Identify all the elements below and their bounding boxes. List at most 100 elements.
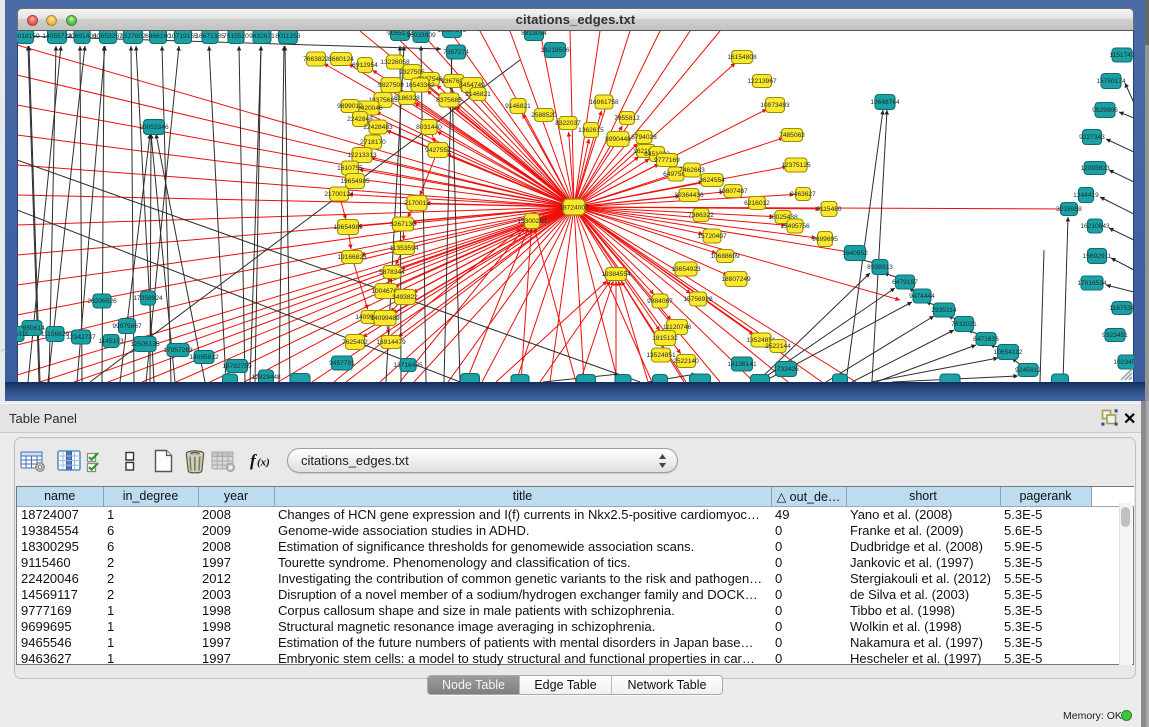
svg-text:16154808: 16154808 xyxy=(727,54,757,61)
svg-text:17359924: 17359924 xyxy=(133,295,163,302)
svg-text:14099489: 14099489 xyxy=(370,315,400,322)
svg-text:22428483: 22428483 xyxy=(363,124,393,131)
svg-text:1815132: 1815132 xyxy=(652,335,678,342)
svg-text:2522144: 2522144 xyxy=(765,343,791,350)
svg-text:1733426: 1733426 xyxy=(773,366,799,373)
svg-text:16543362: 16543362 xyxy=(405,82,435,89)
svg-text:15300253: 15300253 xyxy=(517,218,547,225)
svg-text:9827509: 9827509 xyxy=(378,82,404,89)
svg-text:9115460: 9115460 xyxy=(816,206,842,213)
svg-text:16210643: 16210643 xyxy=(1080,223,1110,230)
svg-text:8471626: 8471626 xyxy=(973,336,999,343)
svg-text:6466160: 6466160 xyxy=(145,33,171,40)
svg-text:11156829: 11156829 xyxy=(41,331,70,338)
svg-text:7663822: 7663822 xyxy=(303,56,329,63)
svg-text:20364436: 20364436 xyxy=(674,192,704,199)
svg-text:9146821: 9146821 xyxy=(465,91,491,98)
svg-text:9427552: 9427552 xyxy=(425,147,451,154)
svg-text:8912954: 8912954 xyxy=(352,62,378,69)
svg-text:20206526: 20206526 xyxy=(87,298,117,305)
svg-text:10654112: 10654112 xyxy=(994,349,1023,356)
svg-text:1610755: 1610755 xyxy=(337,165,363,172)
svg-text:8375685: 8375685 xyxy=(436,97,462,104)
svg-text:1167534: 1167534 xyxy=(1109,305,1135,312)
svg-text:19218506: 19218506 xyxy=(540,47,570,54)
svg-text:12213313: 12213313 xyxy=(347,152,377,159)
svg-text:6794028: 6794028 xyxy=(631,134,657,141)
svg-text:18807249: 18807249 xyxy=(721,276,751,283)
svg-text:1244419: 1244419 xyxy=(1073,192,1099,199)
svg-text:7357274: 7357274 xyxy=(443,49,469,56)
svg-text:2522140: 2522140 xyxy=(673,358,699,365)
svg-text:18724007: 18724007 xyxy=(559,205,589,212)
svg-text:16782759: 16782759 xyxy=(222,363,252,370)
svg-text:3267130: 3267130 xyxy=(390,221,416,228)
svg-text:9777169: 9777169 xyxy=(654,157,680,164)
svg-text:12375125: 12375125 xyxy=(781,162,811,169)
svg-text:16033809: 16033809 xyxy=(406,32,436,39)
svg-text:1362615: 1362615 xyxy=(578,127,604,134)
svg-text:8186328: 8186328 xyxy=(394,95,420,102)
svg-text:9463627: 9463627 xyxy=(790,191,816,198)
svg-text:7462663: 7462663 xyxy=(679,167,705,174)
svg-text:1640952: 1640952 xyxy=(842,250,868,257)
svg-text:7955812: 7955812 xyxy=(614,115,640,122)
svg-text:19166825: 19166825 xyxy=(337,254,367,261)
svg-text:8011253: 8011253 xyxy=(275,33,301,40)
svg-text:26018159: 26018159 xyxy=(10,33,40,40)
svg-text:19654985: 19654985 xyxy=(333,224,363,231)
svg-text:15756928: 15756928 xyxy=(683,296,713,303)
svg-text:2718170: 2718170 xyxy=(360,139,386,146)
svg-text:3915311: 3915311 xyxy=(3,331,29,338)
svg-text:13654923: 13654923 xyxy=(671,266,701,273)
svg-text:10688609: 10688609 xyxy=(710,253,740,260)
svg-text:7632021: 7632021 xyxy=(951,321,977,328)
svg-text:9245612: 9245612 xyxy=(1015,367,1041,374)
svg-text:11353594: 11353594 xyxy=(390,245,419,252)
svg-text:10807487: 10807487 xyxy=(718,188,748,195)
svg-text:10653267: 10653267 xyxy=(93,33,123,40)
svg-text:15720407: 15720407 xyxy=(697,233,727,240)
svg-text:16914479: 16914479 xyxy=(376,339,406,346)
svg-text:11220345: 11220345 xyxy=(438,27,467,34)
svg-text:21700124: 21700124 xyxy=(324,191,354,198)
svg-text:9474444: 9474444 xyxy=(909,293,935,300)
svg-text:2170012: 2170012 xyxy=(404,200,430,207)
svg-text:14095812: 14095812 xyxy=(189,354,219,361)
svg-text:16961758: 16961758 xyxy=(589,99,619,106)
svg-text:3493822: 3493822 xyxy=(392,294,418,301)
svg-text:9699695: 9699695 xyxy=(812,236,838,243)
svg-text:9529906: 9529906 xyxy=(1092,107,1118,114)
svg-text:12213967: 12213967 xyxy=(747,78,777,85)
svg-text:1527602: 1527602 xyxy=(120,33,146,40)
svg-text:8031440: 8031440 xyxy=(416,124,442,131)
svg-text:8990448: 8990448 xyxy=(605,136,631,143)
svg-text:1145193: 1145193 xyxy=(98,338,124,345)
svg-text:(x): (x) xyxy=(257,457,270,469)
svg-text:1151749: 1151749 xyxy=(1109,52,1135,59)
svg-text:17957263: 17957263 xyxy=(163,347,193,354)
svg-text:7625402: 7625402 xyxy=(342,339,368,346)
svg-text:10234517: 10234517 xyxy=(1113,359,1143,366)
svg-text:8660124: 8660124 xyxy=(328,56,354,63)
svg-text:14136141: 14136141 xyxy=(727,361,757,368)
svg-text:17016534: 17016534 xyxy=(1077,280,1107,287)
svg-text:12823448: 12823448 xyxy=(251,374,281,381)
svg-text:13495756: 13495756 xyxy=(780,223,810,230)
svg-text:9146821: 9146821 xyxy=(505,103,531,110)
svg-text:16671385: 16671385 xyxy=(195,33,225,40)
svg-text:7386322: 7386322 xyxy=(688,212,714,219)
svg-text:6216012: 6216012 xyxy=(744,200,770,207)
svg-text:7515520: 7515520 xyxy=(223,33,249,40)
svg-text:2588520: 2588520 xyxy=(531,112,557,119)
svg-text:7485063: 7485063 xyxy=(779,132,805,139)
svg-text:8938913: 8938913 xyxy=(867,264,893,271)
svg-text:10973493: 10973493 xyxy=(760,102,790,109)
svg-text:9227343: 9227343 xyxy=(1079,134,1105,141)
svg-text:3215958: 3215958 xyxy=(1056,206,1082,213)
svg-text:12505135: 12505135 xyxy=(130,341,160,348)
svg-text:15750174: 15750174 xyxy=(1096,78,1126,85)
svg-text:12093823: 12093823 xyxy=(1080,165,1110,172)
svg-text:13524851: 13524851 xyxy=(646,352,676,359)
svg-text:9323451: 9323451 xyxy=(1102,332,1128,339)
